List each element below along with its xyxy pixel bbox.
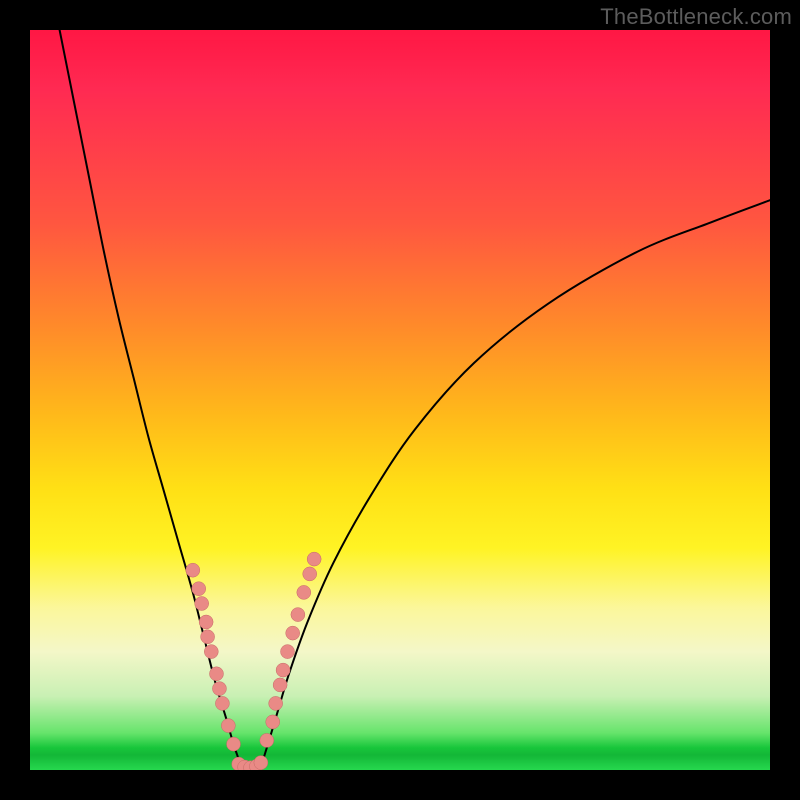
curve-path (60, 30, 770, 770)
data-dot (281, 645, 295, 659)
data-dot (209, 667, 223, 681)
data-dot (192, 582, 206, 596)
chart-frame: TheBottleneck.com (0, 0, 800, 800)
data-dots (186, 552, 321, 770)
data-dot (254, 756, 268, 770)
data-dot (273, 678, 287, 692)
data-dot (227, 737, 241, 751)
data-dot (266, 715, 280, 729)
data-dot (276, 663, 290, 677)
data-dot (186, 563, 200, 577)
data-dot (291, 608, 305, 622)
data-dot (215, 696, 229, 710)
chart-svg (30, 30, 770, 770)
bottleneck-curve (60, 30, 770, 770)
data-dot (286, 626, 300, 640)
data-dot (221, 719, 235, 733)
data-dot (199, 615, 213, 629)
data-dot (204, 645, 218, 659)
data-dot (201, 630, 215, 644)
data-dot (260, 733, 274, 747)
watermark-text: TheBottleneck.com (600, 4, 792, 30)
data-dot (307, 552, 321, 566)
data-dot (212, 682, 226, 696)
data-dot (303, 567, 317, 581)
data-dot (297, 585, 311, 599)
data-dot (195, 597, 209, 611)
plot-area (30, 30, 770, 770)
data-dot (269, 696, 283, 710)
